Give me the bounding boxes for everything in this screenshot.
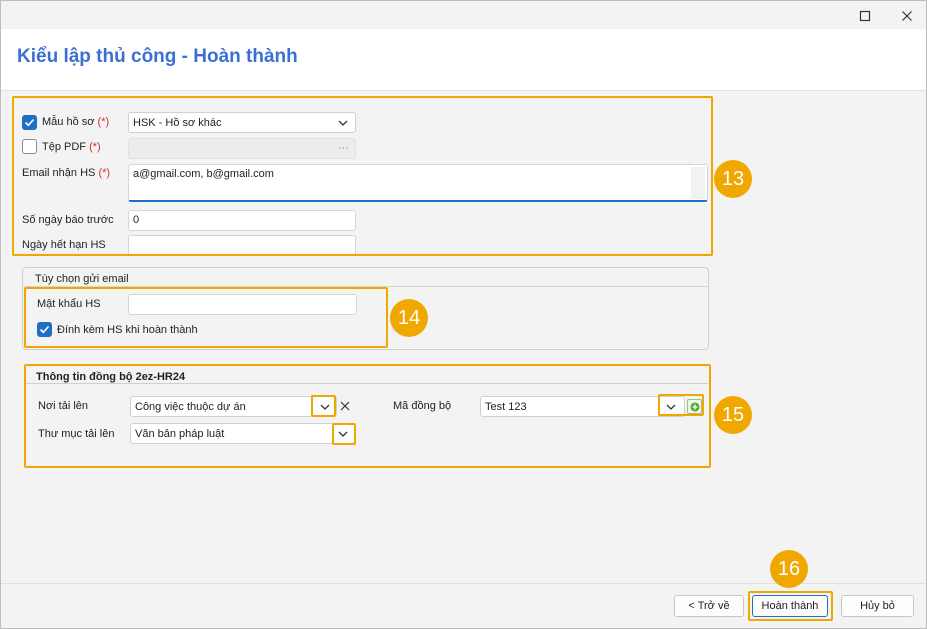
highlight-finish: [748, 591, 833, 621]
badge-16: 16: [770, 550, 808, 588]
email-options-title: Tùy chọn gửi email: [35, 273, 129, 285]
highlight-box-13: [12, 96, 713, 256]
title-bar: [1, 1, 926, 29]
close-icon[interactable]: [898, 7, 916, 25]
badge-14: 14: [390, 299, 428, 337]
back-button[interactable]: < Trở về: [674, 595, 744, 617]
header: Kiểu lập thủ công - Hoàn thành: [1, 29, 926, 91]
highlight-box-15: [24, 364, 711, 468]
badge-15: 15: [714, 396, 752, 434]
page-title: Kiểu lập thủ công - Hoàn thành: [17, 46, 298, 67]
highlight-box-14: [24, 287, 388, 348]
cancel-button[interactable]: Hủy bỏ: [841, 595, 914, 617]
maximize-icon[interactable]: [856, 7, 874, 25]
badge-13: 13: [714, 160, 752, 198]
